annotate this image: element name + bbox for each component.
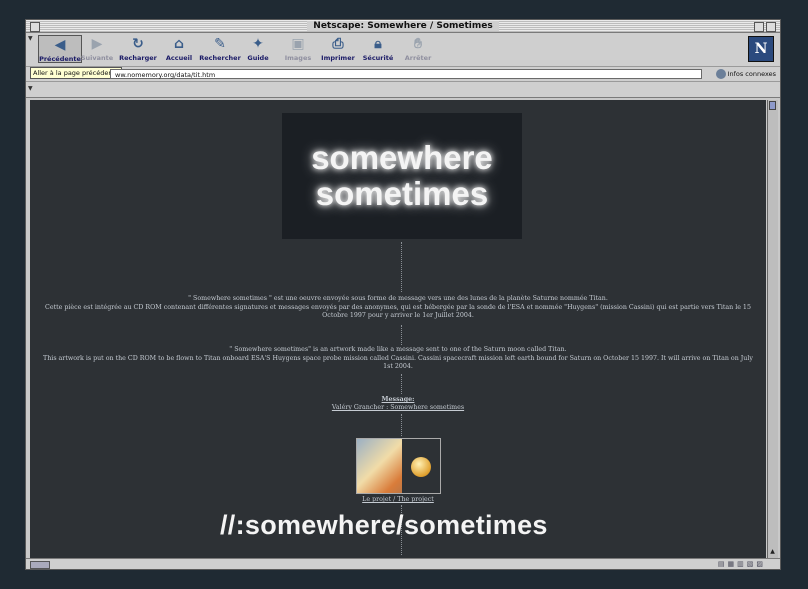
project-thumbnail[interactable] <box>356 438 441 494</box>
security-button[interactable]: 🔒︎ Sécurité <box>356 35 400 63</box>
english-line-3: 1st 2004. <box>383 363 413 370</box>
stop-icon: ✋︎ <box>414 36 422 52</box>
images-icon: ▣ <box>291 36 305 52</box>
french-line-1: " Somewhere sometimes " est une oeuvre e… <box>188 295 608 302</box>
english-line-1: " Somewhere sometimes" is an artwork mad… <box>229 346 567 353</box>
dotted-connector <box>401 325 403 345</box>
scroll-up-arrow[interactable]: ▲ <box>769 548 776 556</box>
scroll-thumb[interactable] <box>769 101 776 110</box>
browser-window: Netscape: Somewhere / Sometimes ▼ ◀ Préc… <box>25 19 781 570</box>
french-line-3: Octobre 1997 pour y arriver le 1er Juill… <box>322 312 474 319</box>
status-bar: ▤▦▥▧▨ <box>26 558 780 569</box>
toolbar-collapse-tab[interactable]: ▼ <box>28 35 34 45</box>
print-icon: ⎙ <box>332 36 344 52</box>
url-field[interactable]: ww.nomemory.org/data/tit.htm <box>110 69 702 79</box>
personal-toolbar: ▼ <box>26 82 780 98</box>
print-button[interactable]: ⎙ Imprimer <box>316 35 360 63</box>
reload-button[interactable]: ↻ Recharger <box>116 35 160 63</box>
banner-line-2: sometimes <box>315 175 489 212</box>
window-title: Netscape: Somewhere / Sometimes <box>26 20 780 33</box>
back-arrow-icon: ◀ <box>54 37 66 53</box>
stop-button[interactable]: ✋︎ Arrêter <box>396 35 440 63</box>
message-heading: Message: <box>381 396 415 403</box>
back-tooltip: Aller à la page précédente <box>30 67 123 79</box>
reload-icon: ↻ <box>132 36 144 52</box>
search-icon: ✎ <box>214 36 226 52</box>
zoom-box[interactable] <box>754 22 764 32</box>
location-bar: Aller à la page précédente ww.nomemory.o… <box>26 67 780 82</box>
message-link[interactable]: Valéry Grancher : Somewhere sometimes <box>30 404 766 411</box>
netscape-logo[interactable]: N <box>748 36 774 62</box>
related-icon <box>715 69 726 79</box>
guide-icon: ✦ <box>252 36 264 52</box>
images-button[interactable]: ▣ Images <box>276 35 320 63</box>
banner-line-1: somewhere <box>311 139 493 176</box>
forward-arrow-icon: ▶ <box>91 36 103 52</box>
forward-button-label: Suivante <box>80 54 114 62</box>
project-link[interactable]: Le projet / The project <box>30 496 766 503</box>
images-button-label: Images <box>284 54 312 62</box>
stop-button-label: Arrêter <box>404 54 432 62</box>
home-button[interactable]: ⌂ Accueil <box>157 35 201 63</box>
dotted-connector <box>401 414 403 436</box>
english-description: " Somewhere sometimes" is an artwork mad… <box>34 346 762 372</box>
personal-toolbar-collapse-tab[interactable]: ▼ <box>28 85 34 95</box>
connection-icon <box>30 561 50 569</box>
title-banner: somewhere sometimes <box>282 113 522 239</box>
security-button-label: Sécurité <box>362 54 394 62</box>
french-description: " Somewhere sometimes " est une oeuvre e… <box>34 295 762 321</box>
dotted-connector <box>401 374 403 394</box>
related-button[interactable]: Infos connexes <box>715 68 776 80</box>
home-icon: ⌂ <box>173 36 185 52</box>
guide-button[interactable]: ✦ Guide <box>236 35 280 63</box>
navigation-toolbar: ▼ ◀ Précédente ▶ Suivante ↻ Recharger ⌂ … <box>26 33 780 67</box>
search-button-label: Rechercher <box>199 54 241 62</box>
forward-button[interactable]: ▶ Suivante <box>75 35 119 63</box>
dotted-connector <box>401 242 403 292</box>
related-label: Infos connexes <box>727 70 776 78</box>
component-bar-icons[interactable]: ▤▦▥▧▨ <box>718 560 766 568</box>
home-button-label: Accueil <box>165 54 193 62</box>
guide-button-label: Guide <box>247 54 269 62</box>
print-button-label: Imprimer <box>321 54 355 62</box>
tagline: //:somewhere/sometimes <box>220 510 548 540</box>
french-line-2: Cette pièce est intégrée au CD ROM conte… <box>45 303 751 311</box>
reload-button-label: Recharger <box>119 54 157 62</box>
collapse-box[interactable] <box>766 22 776 32</box>
lock-icon: 🔒︎ <box>374 36 382 52</box>
titan-moon-image <box>411 457 431 477</box>
vertical-scrollbar[interactable]: ▲ ▼ <box>767 100 778 568</box>
page-content: somewhere sometimes " Somewhere sometime… <box>30 100 766 558</box>
english-line-2: This artwork is put on the CD ROM to be … <box>43 354 753 362</box>
title-bar[interactable]: Netscape: Somewhere / Sometimes <box>26 20 780 33</box>
